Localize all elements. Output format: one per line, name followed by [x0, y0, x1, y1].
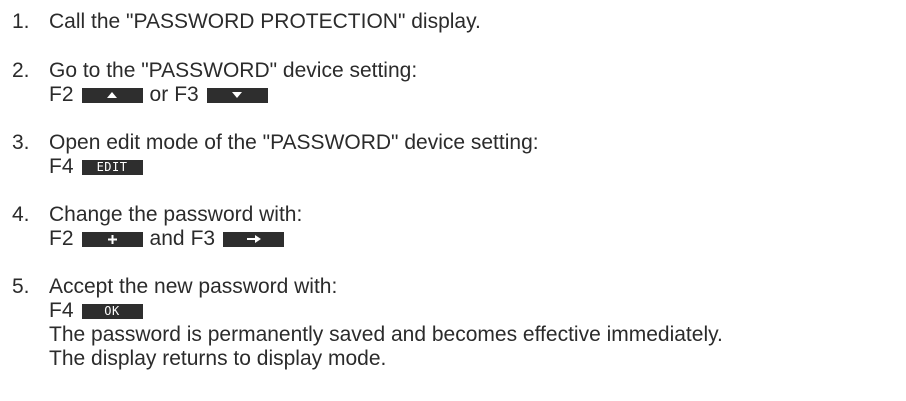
key-sequence: F2 and F3	[49, 227, 899, 251]
step-number: 5.	[12, 275, 30, 298]
step-number: 1.	[12, 10, 30, 33]
function-key-label: F3	[190, 227, 216, 250]
connector-text: or	[149, 83, 169, 106]
softkey-ok: OK	[81, 303, 143, 319]
step-text: Open edit mode of the "PASSWORD" device …	[49, 131, 539, 154]
step-text: Go to the "PASSWORD" device setting:	[49, 59, 418, 82]
step-text: Call the "PASSWORD PROTECTION" display.	[49, 10, 481, 33]
plus-icon	[107, 234, 117, 244]
function-key-label: F2	[49, 83, 74, 106]
function-key-label: F3	[174, 83, 199, 106]
softkey-edit: EDIT	[81, 159, 143, 175]
up-arrow-icon	[107, 92, 118, 98]
softkey-up	[81, 87, 143, 103]
softkey-label: EDIT	[96, 159, 128, 174]
instruction-document: 1. Call the "PASSWORD PROTECTION" displa…	[0, 0, 906, 401]
step-text: Change the password with:	[49, 203, 303, 226]
softkey-down	[206, 87, 268, 103]
softkey-label: OK	[104, 303, 120, 318]
step-text: Accept the new password with:	[49, 275, 338, 298]
down-arrow-icon	[232, 92, 243, 98]
function-key-label: F4	[49, 299, 74, 322]
step-note: The display returns to display mode.	[49, 347, 387, 370]
connector-text: and	[149, 227, 185, 250]
softkey-plus	[81, 231, 143, 247]
step-number: 3.	[12, 131, 30, 154]
key-sequence: F2 or F3	[49, 83, 899, 107]
key-sequence: F4 OK	[49, 299, 899, 323]
softkey-right	[223, 231, 285, 247]
key-sequence: F4 EDIT	[49, 155, 899, 179]
right-arrow-icon	[246, 235, 261, 243]
step-number: 2.	[12, 59, 30, 82]
function-key-label: F4	[49, 155, 74, 178]
step-number: 4.	[12, 203, 30, 226]
function-key-label: F2	[49, 227, 74, 250]
step-note: The password is permanently saved and be…	[49, 323, 723, 346]
